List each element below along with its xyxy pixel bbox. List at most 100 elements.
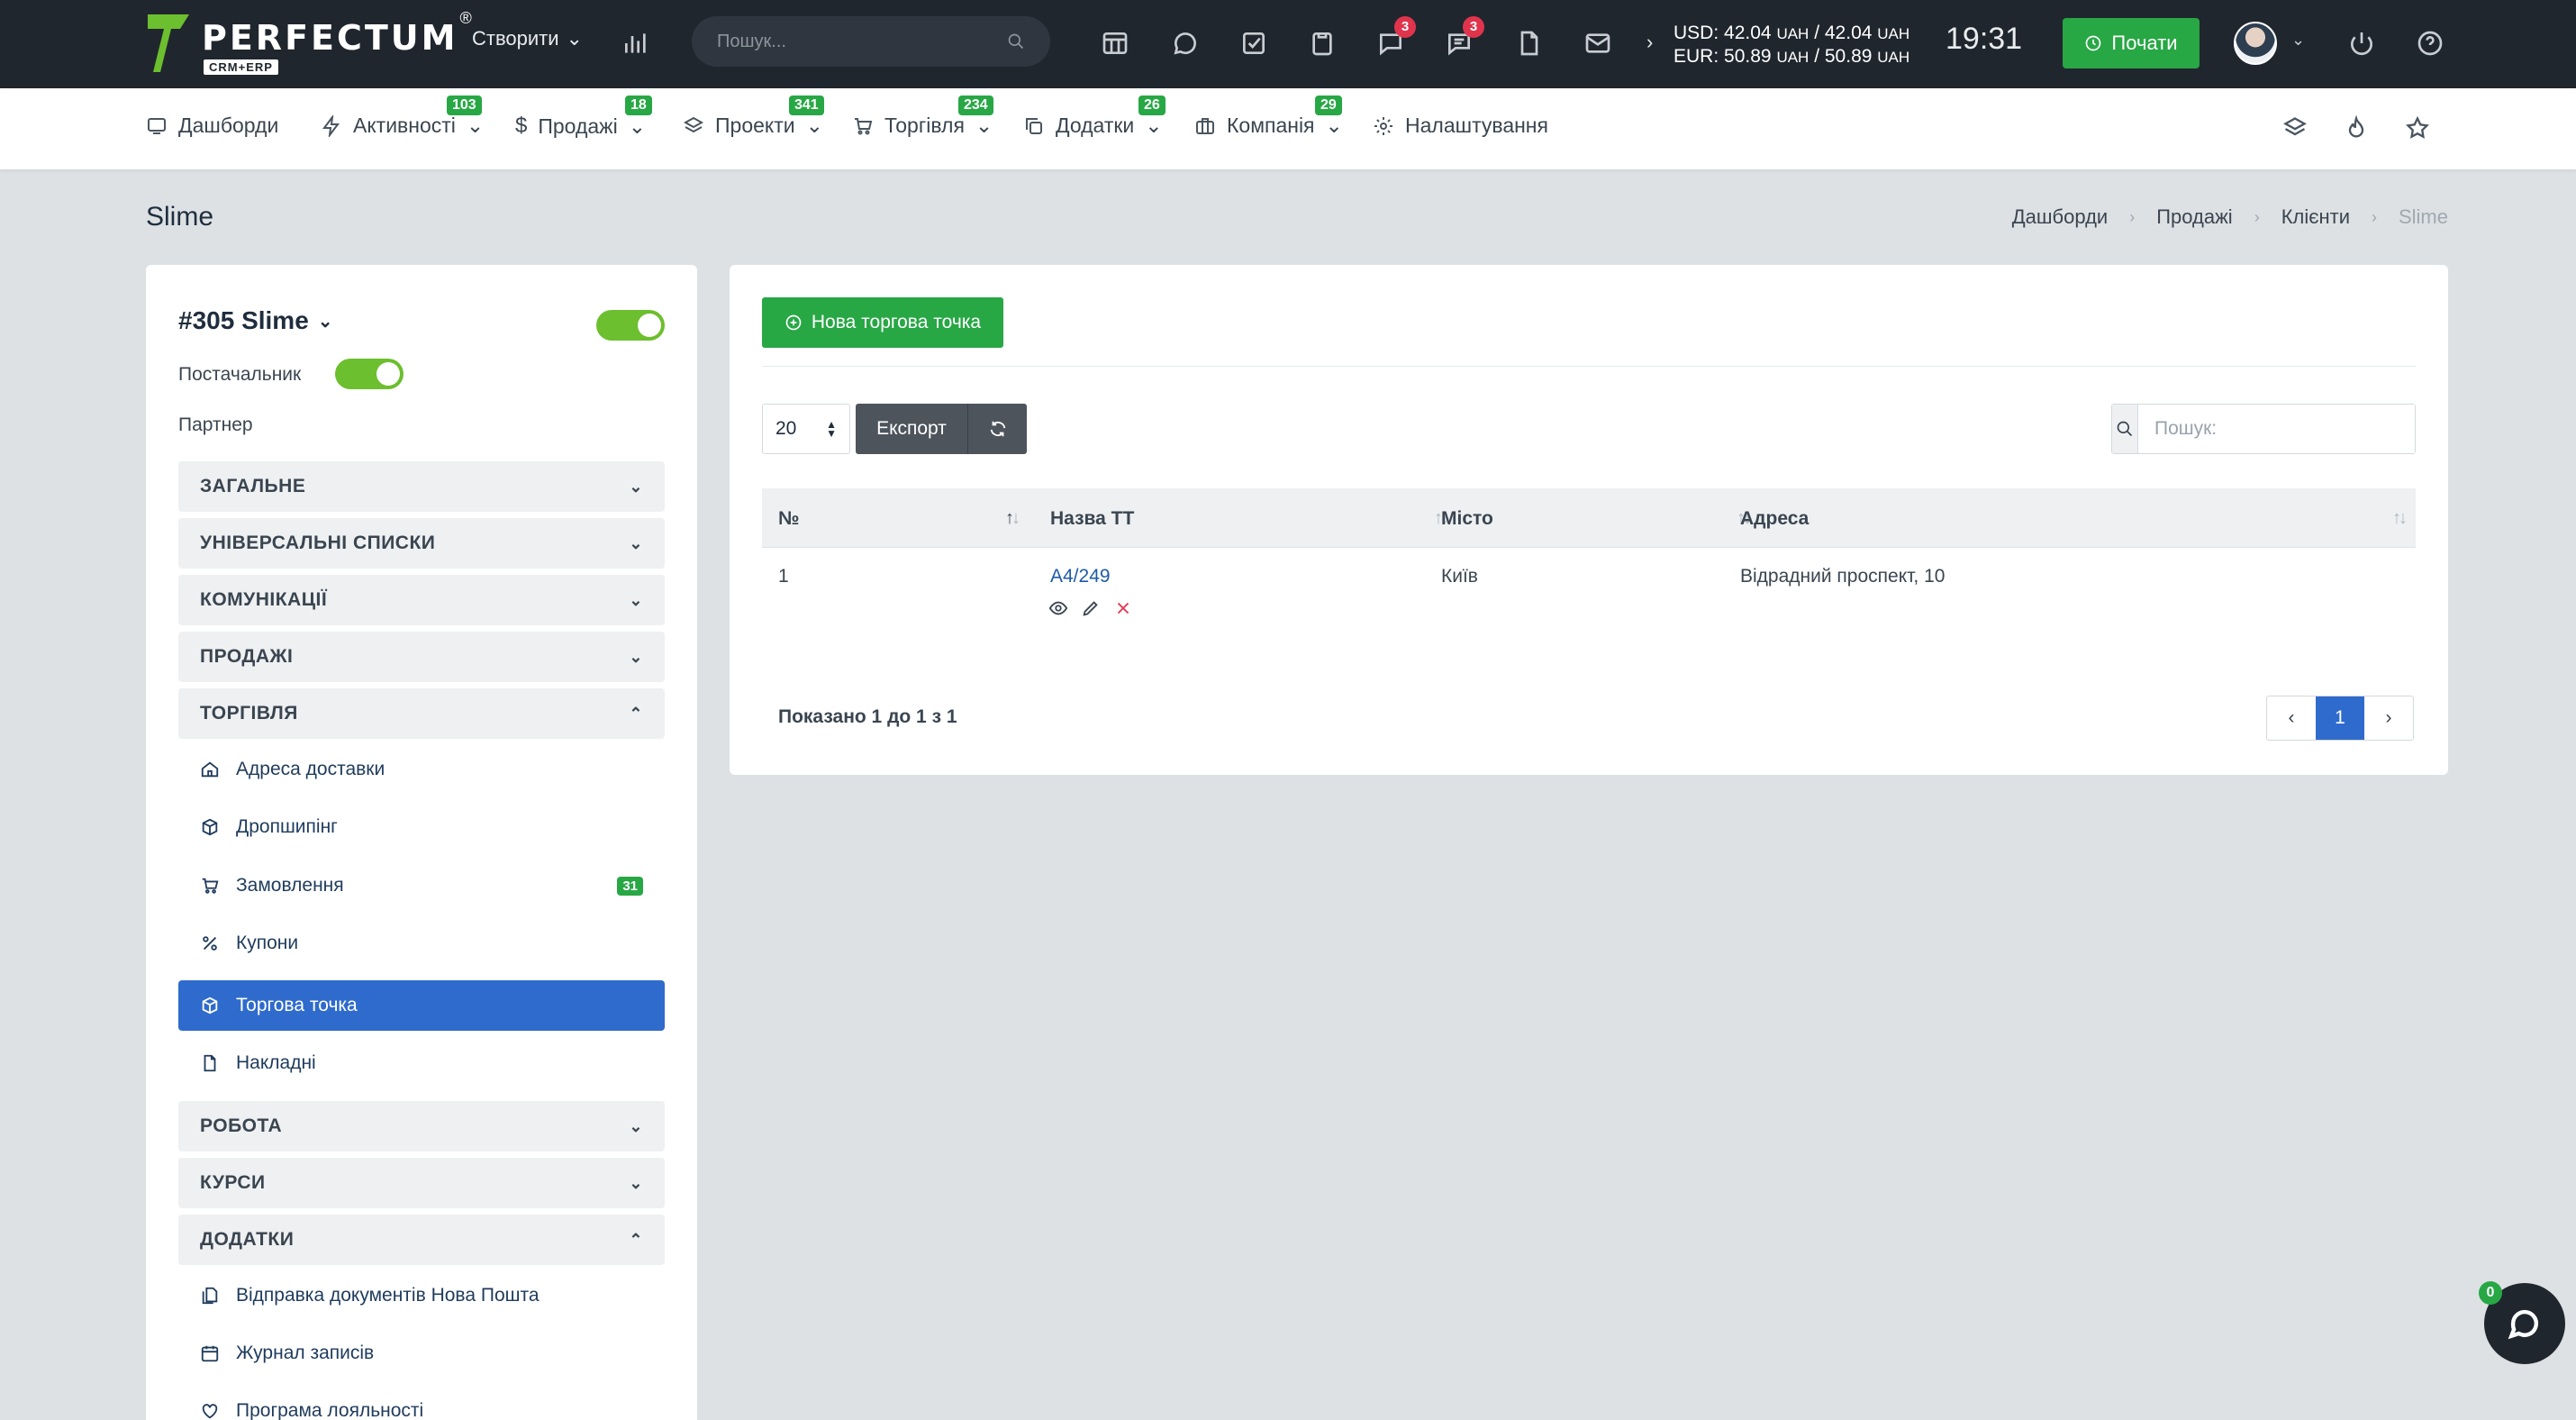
breadcrumb-item[interactable]: Клієнти — [2281, 205, 2350, 229]
chevron-right-icon[interactable]: › — [1646, 31, 1653, 54]
cart-icon — [855, 117, 873, 134]
layers-icon[interactable] — [2282, 115, 2311, 144]
section-label: ЗАГАЛЬНЕ — [200, 476, 306, 496]
table-info: Показано 1 до 1 з 1 — [778, 706, 957, 727]
column-header-address[interactable]: Адреса — [1740, 508, 1809, 530]
close-icon[interactable] — [1113, 598, 1133, 618]
mail-icon[interactable] — [1580, 25, 1616, 61]
page-button-current[interactable]: 1 — [2316, 696, 2364, 740]
section-courses[interactable]: КУРСИ ⌄ — [178, 1158, 665, 1208]
export-group: Експорт — [856, 404, 1027, 454]
sub-item-journal[interactable]: Журнал записів — [178, 1328, 665, 1379]
sub-item-dropshipping[interactable]: Дропшипінг — [178, 802, 665, 852]
nav-item-addons[interactable]: Додатки ⌄ 26 — [1023, 96, 1166, 138]
create-label: Створити — [472, 27, 559, 50]
star-icon[interactable] — [2405, 115, 2434, 144]
calendar-table-icon[interactable] — [1097, 25, 1133, 61]
breadcrumb-item[interactable]: Продажі — [2156, 205, 2232, 229]
sub-item-label: Адреса доставки — [236, 759, 385, 779]
create-dropdown[interactable]: Створити ⌄ — [472, 27, 583, 50]
chevron-down-icon: ⌄ — [629, 1173, 643, 1192]
sub-item-nova-poshta[interactable]: Відправка документів Нова Пошта — [178, 1270, 665, 1321]
nav-badge: 26 — [1138, 96, 1166, 115]
column-header-name[interactable]: Назва ТТ — [1050, 508, 1134, 530]
document-icon[interactable] — [1511, 25, 1547, 61]
briefcase-icon — [1196, 117, 1214, 134]
section-universal-lists[interactable]: УНІВЕРСАЛЬНІ СПИСКИ ⌄ — [178, 518, 665, 569]
sort-arrows-icon: ▲ ▼ — [826, 418, 837, 440]
new-trade-point-button[interactable]: Нова торгова точка — [762, 297, 1003, 348]
help-icon[interactable] — [2412, 25, 2448, 61]
bolt-icon — [322, 114, 340, 137]
row-name-link[interactable]: A4/249 — [1050, 566, 1111, 587]
nav-badge: 103 — [447, 96, 482, 115]
column-header-number[interactable]: № — [778, 508, 799, 530]
row-number: 1 — [778, 566, 789, 587]
eye-icon[interactable] — [1048, 598, 1068, 618]
section-trade[interactable]: ТОРГІВЛЯ ⌃ — [178, 688, 665, 739]
export-button[interactable]: Експорт — [856, 418, 967, 440]
section-addons[interactable]: ДОДАТКИ ⌃ — [178, 1215, 665, 1265]
sub-item-invoices[interactable]: Накладні — [178, 1038, 665, 1088]
task-check-icon[interactable] — [1236, 25, 1272, 61]
nav-item-projects[interactable]: Проекти ⌄ 341 — [683, 96, 824, 138]
breadcrumb-current: Slime — [2398, 205, 2448, 228]
logo-registered: ® — [459, 9, 472, 27]
breadcrumb-item[interactable]: Дашборди — [2012, 205, 2108, 229]
nav-item-activities[interactable]: Активності ⌄ 103 — [321, 96, 485, 138]
sub-item-coupons[interactable]: Купони — [178, 918, 665, 969]
chat-badge: 0 — [2479, 1281, 2502, 1305]
section-work[interactable]: РОБОТА ⌄ — [178, 1101, 665, 1151]
table-search-input[interactable] — [2138, 405, 2415, 453]
nav-item-company[interactable]: Компанія ⌄ 29 — [1194, 96, 1343, 138]
nav-label: Дашборди — [178, 114, 279, 137]
table-search[interactable] — [2111, 404, 2416, 454]
page-size-select[interactable]: 20 ▲ ▼ — [762, 404, 850, 454]
sort-icon[interactable]: ↑↓ — [1005, 508, 1020, 529]
section-label: ДОДАТКИ — [200, 1229, 295, 1250]
sub-item-orders[interactable]: Замовлення 31 — [178, 860, 665, 911]
orders-badge: 31 — [617, 876, 643, 896]
sub-item-label: Накладні — [236, 1052, 316, 1073]
nav-item-settings[interactable]: Налаштування — [1373, 114, 1548, 138]
nav-item-trade[interactable]: Торгівля ⌄ 234 — [852, 96, 993, 138]
sort-icon[interactable]: ↑↓ — [2392, 508, 2408, 529]
nav-badge: 341 — [789, 96, 824, 115]
messages-icon[interactable]: 3 — [1441, 16, 1484, 61]
chat-bubble-icon[interactable] — [1167, 25, 1203, 61]
prev-page-button[interactable]: ‹ — [2267, 696, 2316, 740]
avatar[interactable] — [2234, 22, 2277, 65]
notifications-icon[interactable]: 3 — [1373, 16, 1416, 61]
top-search-input[interactable] — [717, 31, 1007, 52]
stats-icon[interactable] — [618, 25, 654, 61]
plus-circle-icon — [785, 314, 802, 331]
top-search[interactable] — [692, 16, 1050, 67]
start-button[interactable]: Почати — [2063, 18, 2200, 68]
supplier-toggle[interactable] — [335, 359, 404, 389]
sub-item-label: Купони — [236, 933, 299, 953]
sub-item-delivery-address[interactable]: Адреса доставки — [178, 744, 665, 795]
logo[interactable]: PERFECTUM ® CRM+ERP — [144, 9, 472, 76]
next-page-button[interactable]: › — [2364, 696, 2413, 740]
chat-button[interactable]: 0 — [2479, 1281, 2565, 1364]
client-name: #305 Slime — [178, 306, 309, 334]
nav-item-dashboards[interactable]: Дашборди — [146, 114, 278, 138]
section-general[interactable]: ЗАГАЛЬНЕ ⌄ — [178, 461, 665, 512]
sub-item-loyalty[interactable]: Програма лояльності — [178, 1386, 665, 1420]
refresh-button[interactable] — [967, 404, 1027, 454]
nav-label: Налаштування — [1405, 114, 1548, 137]
sub-item-trade-point[interactable]: Торгова точка — [178, 980, 665, 1031]
client-name-dropdown[interactable]: #305 Slime ⌄ — [178, 306, 333, 335]
chevron-down-icon[interactable]: ⌄ — [2291, 31, 2305, 50]
flame-icon[interactable] — [2344, 114, 2372, 144]
client-active-toggle[interactable] — [596, 310, 665, 341]
chevron-down-icon: ⌄ — [466, 114, 485, 137]
power-icon[interactable] — [2344, 25, 2380, 61]
clipboard-icon[interactable] — [1304, 25, 1340, 61]
partner-label: Партнер — [178, 414, 253, 435]
nav-item-sales[interactable]: $ Продажі ⌄ 18 — [515, 96, 652, 139]
column-header-city[interactable]: Місто — [1441, 508, 1493, 530]
pencil-icon[interactable] — [1081, 598, 1101, 618]
section-communications[interactable]: КОМУНІКАЦІЇ ⌄ — [178, 575, 665, 625]
section-sales[interactable]: ПРОДАЖІ ⌄ — [178, 632, 665, 682]
